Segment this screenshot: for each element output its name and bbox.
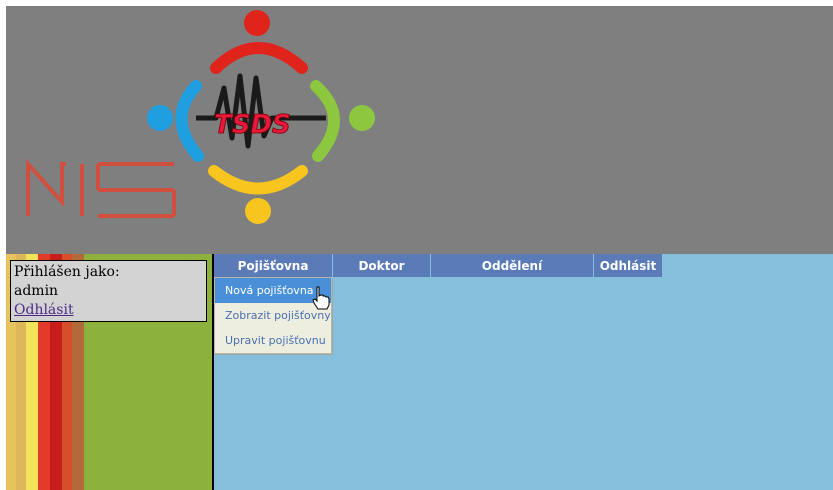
dropdown-item-upravit-pojistovnu[interactable]: Upravit pojišťovnu <box>215 328 331 353</box>
menu-item-doktor[interactable]: Doktor <box>333 254 431 277</box>
logo-tsds-text: TSDS <box>214 110 291 140</box>
menu-item-oddeleni[interactable]: Oddělení <box>431 254 594 277</box>
app-frame: TSDS Přihlášen jako: admin Odhlásit Poji… <box>6 6 833 490</box>
logged-in-label: Přihlášen jako: <box>14 264 120 280</box>
logout-link[interactable]: Odhlásit <box>14 302 74 318</box>
left-sidebar: Přihlášen jako: admin Odhlásit <box>6 254 213 490</box>
main-content: Pojišťovna Doktor Oddělení Odhlásit Nová… <box>214 254 833 490</box>
menu-item-odhlasit[interactable]: Odhlásit <box>594 254 663 277</box>
username: admin <box>14 283 59 299</box>
hand-cursor-icon <box>312 286 330 310</box>
login-info-box: Přihlášen jako: admin Odhlásit <box>10 260 207 322</box>
header: TSDS <box>6 6 833 254</box>
menu-item-pojistovna[interactable]: Pojišťovna <box>214 254 333 277</box>
main-menu: Pojišťovna Doktor Oddělení Odhlásit <box>214 254 663 277</box>
tsds-logo-icon: TSDS <box>26 10 375 224</box>
